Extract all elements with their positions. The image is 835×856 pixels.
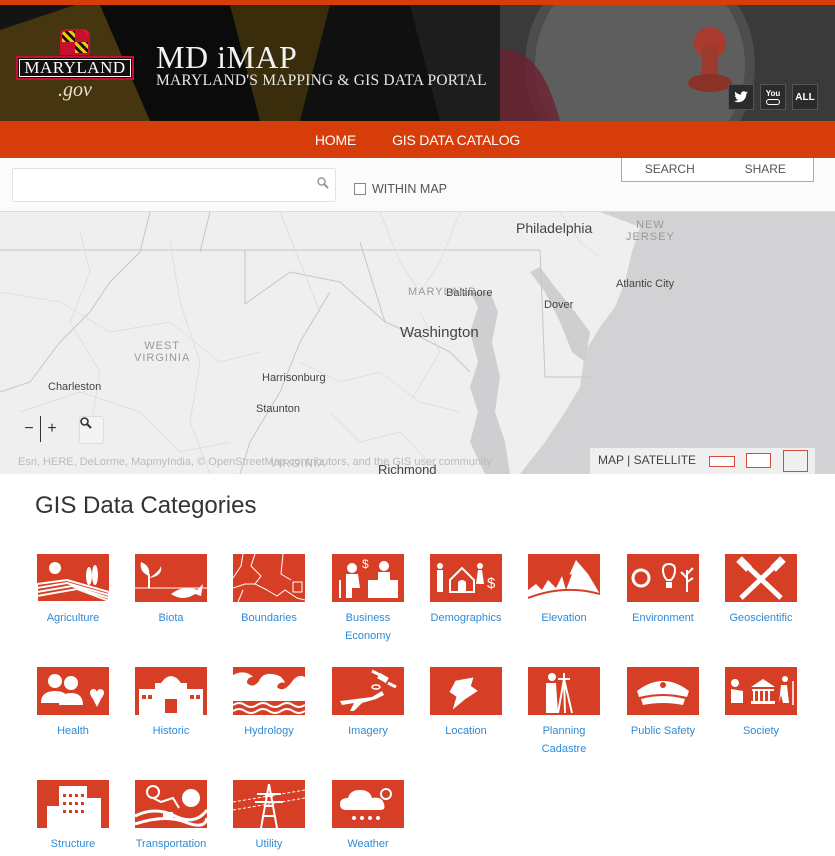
nav-gis-data-catalog[interactable]: GIS DATA CATALOG [392, 132, 520, 148]
category-label[interactable]: Historic [124, 722, 218, 740]
category-label[interactable]: Structure [26, 835, 120, 853]
header-banner: MARYLAND .gov MD iMAP MARYLAND'S MAPPING… [0, 0, 835, 121]
public-safety-icon[interactable] [627, 667, 699, 715]
category-label[interactable]: Health [26, 722, 120, 740]
imagery-icon[interactable] [332, 667, 404, 715]
category-label[interactable]: Elevation [517, 609, 611, 627]
layout-medium-button[interactable] [746, 453, 771, 468]
categories-title: GIS Data Categories [35, 492, 257, 519]
map-label-maryland: MARYLAND [408, 286, 477, 298]
category-label[interactable]: Geoscientific [714, 609, 808, 627]
category-label[interactable]: Biota [124, 609, 218, 627]
checkbox-icon[interactable] [354, 183, 366, 195]
site-title: MD iMAP [156, 39, 298, 75]
basemap-canvas[interactable] [0, 212, 835, 474]
map-label-dover: Dover [544, 299, 574, 311]
category-label[interactable]: Hydrology [222, 722, 316, 740]
within-map-label: WITHIN MAP [372, 182, 447, 196]
structure-icon[interactable] [37, 780, 109, 828]
svg-text:$: $ [362, 557, 369, 571]
search-share-tabs: SEARCH SHARE [621, 158, 814, 182]
zoom-in-button[interactable]: + [41, 420, 63, 438]
within-map-checkbox[interactable]: WITHIN MAP [354, 182, 447, 196]
map-label-charleston: Charleston [48, 381, 102, 393]
search-bar: WITHIN MAP SEARCH SHARE [0, 158, 835, 212]
demographics-icon[interactable]: $ [430, 554, 502, 602]
utility-icon[interactable] [233, 780, 305, 828]
category-label[interactable]: Society [714, 722, 808, 740]
map-label-atlantic-city: Atlantic City [616, 278, 675, 290]
youtube-tube-icon [766, 98, 780, 105]
agriculture-icon[interactable] [37, 554, 109, 602]
category-label[interactable]: Environment [616, 609, 710, 627]
map-search-button[interactable] [79, 416, 104, 444]
layout-large-button[interactable] [783, 450, 808, 472]
geoscientific-icon[interactable] [725, 554, 797, 602]
biota-icon[interactable] [135, 554, 207, 602]
location-icon[interactable] [430, 667, 502, 715]
search-icon[interactable] [317, 177, 329, 192]
category-label[interactable]: Business Economy [321, 609, 415, 645]
site-subtitle: MARYLAND'S MAPPING & GIS DATA PORTAL [156, 72, 487, 89]
basemap-switcher: MAP | SATELLITE [590, 448, 815, 474]
category-label[interactable]: Transportation [124, 835, 218, 853]
basemap-toggle-label[interactable]: MAP | SATELLITE [598, 453, 696, 467]
layout-small-button[interactable] [709, 456, 735, 467]
youtube-icon: You [765, 88, 781, 98]
transportation-icon[interactable] [135, 780, 207, 828]
search-input[interactable] [12, 168, 336, 202]
weather-icon[interactable] [332, 780, 404, 828]
map-label-new-jersey: NEW JERSEY [626, 219, 675, 243]
environment-icon[interactable] [627, 554, 699, 602]
map-label-harrisonburg: Harrisonburg [262, 372, 326, 384]
planning-cadastre-icon[interactable] [528, 667, 600, 715]
historic-icon[interactable] [135, 667, 207, 715]
zoom-controls: − + [18, 416, 63, 442]
map-label-west-virginia: WEST VIRGINIA [134, 340, 191, 364]
magnifier-icon [80, 417, 92, 429]
twitter-button[interactable] [728, 84, 754, 110]
category-label[interactable]: Planning Cadastre [517, 722, 611, 758]
tab-share[interactable]: SHARE [718, 158, 814, 181]
logo-sub: .gov [58, 79, 92, 101]
svg-text:$: $ [487, 575, 496, 592]
boundaries-icon[interactable] [233, 554, 305, 602]
category-label[interactable]: Imagery [321, 722, 415, 740]
main-nav: HOME GIS DATA CATALOG [0, 121, 835, 158]
nav-home[interactable]: HOME [315, 132, 356, 148]
category-label[interactable]: Weather [321, 835, 415, 853]
category-label[interactable]: Agriculture [26, 609, 120, 627]
map-view[interactable]: Philadelphia Atlantic City Baltimore Dov… [0, 212, 835, 474]
category-label[interactable]: Boundaries [222, 609, 316, 627]
map-label-philadelphia: Philadelphia [516, 220, 593, 236]
hydrology-icon[interactable] [233, 667, 305, 715]
tab-search[interactable]: SEARCH [622, 158, 718, 181]
category-label[interactable]: Demographics [419, 609, 513, 627]
logo-text: MARYLAND [16, 56, 134, 80]
all-social-button[interactable]: ALL [792, 84, 818, 110]
health-icon[interactable] [37, 667, 109, 715]
map-label-staunton: Staunton [256, 403, 301, 415]
category-label[interactable]: Utility [222, 835, 316, 853]
category-label[interactable]: Location [419, 722, 513, 740]
elevation-icon[interactable] [528, 554, 600, 602]
maryland-gov-logo[interactable]: MARYLAND .gov [16, 29, 134, 101]
youtube-button[interactable]: You [760, 84, 786, 110]
twitter-icon [734, 91, 748, 103]
business-economy-icon[interactable]: $ [332, 554, 404, 602]
society-icon[interactable] [725, 667, 797, 715]
map-label-washington: Washington [400, 324, 479, 341]
zoom-out-button[interactable]: − [18, 420, 40, 438]
category-label[interactable]: Public Safety [616, 722, 710, 740]
maryland-flag-icon [60, 29, 90, 55]
map-attribution: Esri, HERE, DeLorme, MapmyIndia, © OpenS… [18, 456, 492, 468]
